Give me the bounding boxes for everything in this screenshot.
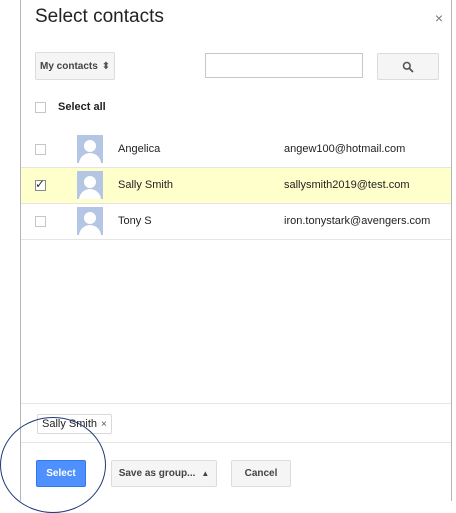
contact-checkbox[interactable] [35, 177, 46, 191]
selected-contact-chip: Sally Smith × [37, 414, 112, 434]
contact-group-label: My contacts [40, 60, 98, 72]
contact-name: Sally Smith [118, 179, 174, 191]
save-as-group-label: Save as group... [118, 468, 196, 479]
caret-up-icon: ▲ [201, 469, 210, 478]
chip-label: Sally Smith [42, 418, 98, 430]
cancel-button[interactable]: Cancel [231, 460, 291, 487]
select-all-checkbox[interactable] [35, 101, 46, 113]
contact-name: Tony S [118, 215, 152, 227]
contact-row[interactable]: Sally Smith sallysmith2019@test.com [21, 168, 451, 204]
select-contacts-dialog: Select contacts × My contacts ⬍ Select a… [20, 0, 452, 501]
contact-email: iron.tonystark@avengers.com [284, 215, 431, 227]
contact-row[interactable]: Angelica angew100@hotmail.com [21, 132, 451, 168]
footer-divider [21, 442, 451, 443]
select-all-label: Select all [58, 101, 106, 113]
contact-name: Angelica [118, 143, 161, 155]
save-as-group-button[interactable]: Save as group... ▲ [111, 460, 217, 487]
close-icon[interactable]: × [435, 10, 443, 26]
select-all-row[interactable]: Select all [35, 101, 106, 113]
contact-row[interactable]: Tony S iron.tonystark@avengers.com [21, 204, 451, 240]
list-bottom-divider [21, 403, 451, 404]
up-down-caret-icon: ⬍ [101, 60, 111, 72]
contact-email: angew100@hotmail.com [284, 143, 406, 155]
chip-remove-icon[interactable]: × [101, 419, 107, 430]
contact-checkbox[interactable] [35, 216, 46, 227]
contact-group-dropdown[interactable]: My contacts ⬍ [35, 52, 115, 80]
search-icon [402, 61, 414, 73]
search-button[interactable] [377, 53, 439, 80]
contact-checkbox[interactable] [35, 144, 46, 155]
dialog-title: Select contacts [35, 6, 164, 27]
contact-email: sallysmith2019@test.com [284, 179, 410, 191]
select-button[interactable]: Select [36, 460, 86, 487]
avatar [77, 135, 103, 163]
avatar [77, 171, 103, 199]
search-input[interactable] [205, 53, 363, 78]
avatar [77, 207, 103, 235]
